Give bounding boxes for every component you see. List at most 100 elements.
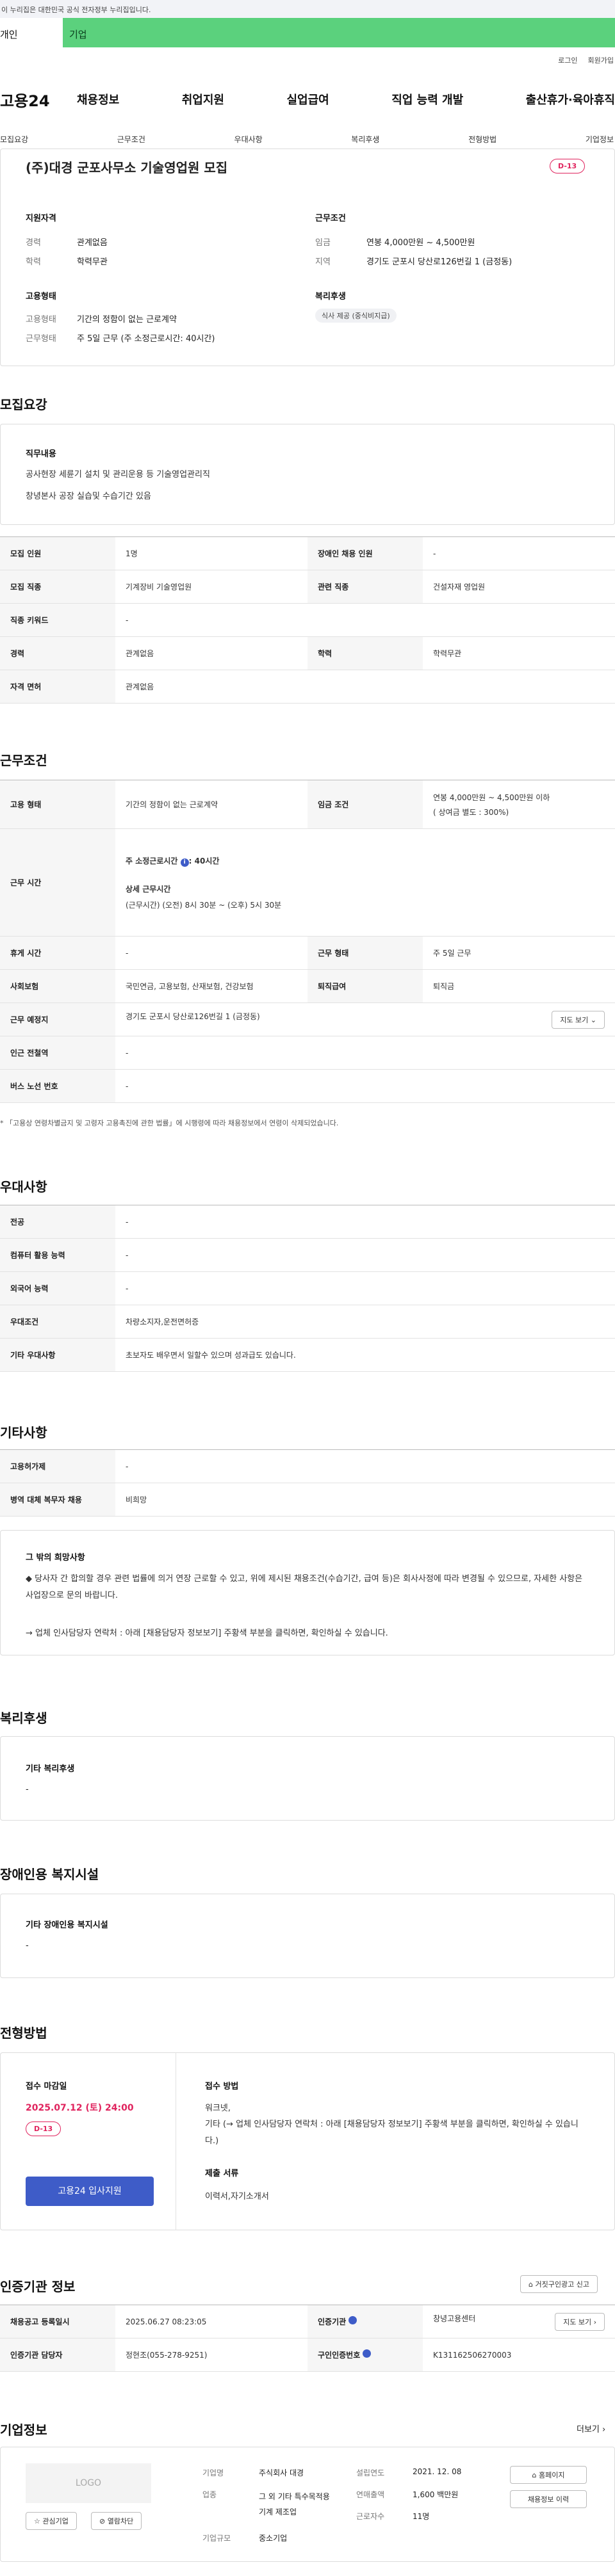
table-header-cell: 우대조건	[0, 1305, 115, 1339]
table-row: 근무 시간 주 소정근로시간 i: 40시간 상세 근무시간 (근무시간) (오…	[0, 828, 615, 937]
wage-row: 임금 연봉 4,000만원 ~ 4,500만원	[315, 236, 475, 248]
section-nav-work[interactable]: 근무조건	[117, 134, 145, 145]
job-content-heading: 직무내용	[26, 449, 56, 459]
table-cell: 관계없음	[115, 636, 308, 670]
welfare-heading: 복리후생	[315, 292, 346, 302]
chevron-down-icon: ⌄	[590, 1015, 596, 1024]
table-row: 인근 전철역 -	[0, 1036, 615, 1070]
career-row: 경력 관계없음	[26, 236, 108, 248]
age-note: * 「고용상 연령차별금지 및 고령자 고용촉진에 관한 법률」에 시행령에 따…	[0, 1119, 339, 1127]
disabled-etc-value: -	[26, 1941, 29, 1951]
section-nav-pref[interactable]: 우대사항	[234, 134, 263, 145]
table-header-cell: 컴퓨터 활용 능력	[0, 1238, 115, 1272]
favorite-label: 관심기업	[42, 2517, 69, 2525]
info-icon[interactable]	[348, 2316, 357, 2324]
company-est-value: 2021. 12. 08	[413, 2467, 462, 2476]
section-nav-company[interactable]: 기업정보	[586, 134, 614, 145]
tab-individual[interactable]: 개인	[0, 18, 63, 47]
welfare-etc-heading: 기타 복리후생	[26, 1764, 75, 1774]
homepage-label: 홈페이지	[539, 2471, 565, 2479]
company-industry-key: 업종	[202, 2490, 217, 2499]
global-nav: 고용24 채용정보 취업지원 실업급여 직업 능력 개발 출산휴가·육아휴직	[0, 83, 615, 115]
table-cell: 퇴직금	[423, 969, 615, 1003]
gov-notice-bar: 이 누리집은 대한민국 공식 전자정부 누리집입니다.	[0, 0, 615, 18]
disabled-heading: 장애인용 복지시설	[0, 1867, 99, 1882]
table-cell: 학력무관	[423, 636, 615, 670]
welfare-section-heading: 복리후생	[0, 1711, 47, 1726]
gnb-item-employment-support[interactable]: 취업지원	[182, 91, 224, 108]
detail-hours-heading: 상세 근무시간	[126, 884, 171, 894]
table-cell: -	[115, 1238, 615, 1272]
block-company-button[interactable]: ⊘ 열람차단	[91, 2512, 142, 2530]
table-row: 근무 예정지 경기도 군포시 당산로126번길 1 (금정동) 지도 보기 ⌄	[0, 1002, 615, 1036]
table-row: 컴퓨터 활용 능력 -	[0, 1238, 615, 1272]
table-header-cell: 경력	[0, 636, 115, 670]
login-link[interactable]: 로그인	[558, 55, 577, 65]
table-cell: 국민연금, 고용보험, 산재보험, 건강보험	[115, 969, 308, 1003]
deadline-value: 2025.07.12 (토) 24:00	[26, 2103, 134, 2113]
welfare-card	[0, 1736, 615, 1821]
favorite-company-button[interactable]: ☆ 관심기업	[26, 2512, 77, 2530]
table-cell: -	[423, 536, 615, 570]
tab-business-label: 기업	[69, 29, 87, 40]
table-header-cell: 근무 시간	[0, 828, 115, 937]
table-header-cell: 고용허가제	[0, 1449, 115, 1483]
table-row: 채용공고 등록일시 2025.06.27 08:23:05 인증기관 창녕고용센…	[0, 2305, 615, 2339]
table-row: 직종 키워드 -	[0, 603, 615, 637]
report-button[interactable]: ⌂ 거짓구인광고 신고	[520, 2275, 598, 2293]
area-value: 경기도 군포시 당산로126번길 1 (금정동)	[366, 257, 512, 267]
gov-notice-text: 이 누리집은 대한민국 공식 전자정부 누리집입니다.	[1, 6, 151, 14]
area-key: 지역	[315, 257, 331, 267]
area-row: 지역 경기도 군포시 당산로126번길 1 (금정동)	[315, 255, 512, 267]
table-cell: -	[115, 936, 308, 970]
table-cell: 연봉 4,000만원 ~ 4,500만원 이하 ( 상여금 별도 : 300%)	[423, 780, 615, 829]
work-heading: 근무조건	[0, 753, 47, 768]
gnb-item-unemployment[interactable]: 실업급여	[287, 91, 329, 108]
table-row: 사회보험 국민연금, 고용보험, 산재보험, 건강보험 퇴직급여 퇴직금	[0, 969, 615, 1003]
table-row: 고용 형태 기간의 정함이 없는 근로계약 임금 조건 연봉 4,000만원 ~…	[0, 780, 615, 829]
site-logo[interactable]: 고용24	[0, 88, 77, 111]
gnb-item-training[interactable]: 직업 능력 개발	[391, 91, 463, 108]
worktype-key: 근무형태	[26, 334, 56, 344]
gnb-item-jobs[interactable]: 채용정보	[77, 91, 119, 108]
emp-heading: 고용형태	[26, 292, 56, 302]
table-header-cell: 모집 인원	[0, 536, 115, 570]
hiring-history-button[interactable]: 채용정보 이력	[510, 2490, 587, 2508]
section-nav-welfare[interactable]: 복리후생	[351, 134, 379, 145]
company-more-link[interactable]: 더보기 ›	[577, 2422, 605, 2435]
table-cell: K131162506270003	[423, 2338, 615, 2372]
block-icon: ⊘	[99, 2517, 106, 2525]
homepage-button[interactable]: ⌂ 홈페이지	[510, 2466, 587, 2484]
table-cell: 기간의 정함이 없는 근로계약	[115, 780, 308, 829]
gnb-item-leave[interactable]: 출산휴가·육아휴직	[526, 91, 615, 108]
company-est-key: 설립연도	[356, 2468, 385, 2477]
table-header-cell: 버스 노선 번호	[0, 1069, 115, 1103]
company-emp-value: 11명	[413, 2512, 430, 2521]
disabled-card	[0, 1894, 615, 1978]
signup-link[interactable]: 회원가입	[588, 55, 614, 65]
company-heading: 기업정보	[0, 2422, 47, 2438]
table-cell: 정현조(055-278-9251)	[115, 2338, 308, 2372]
table-row: 병역 대체 복무자 채용 비희망	[0, 1483, 615, 1517]
recruit-heading: 모집요강	[0, 397, 47, 412]
info-icon[interactable]	[363, 2349, 372, 2358]
cond-heading: 근무조건	[315, 214, 346, 223]
dday-badge: D-13	[26, 2121, 62, 2136]
table-cell: 차량소지자,운전면허증	[115, 1305, 615, 1339]
info-icon[interactable]: i	[180, 858, 189, 867]
table-cell: 창녕고용센터 지도 보기 ›	[423, 2305, 615, 2339]
table-cell: -	[115, 1271, 615, 1305]
table-cell: 주 소정근로시간 i: 40시간 상세 근무시간 (근무시간) (오전) 8시 …	[115, 828, 615, 937]
tab-business[interactable]: 기업	[63, 18, 615, 47]
section-nav-process[interactable]: 전형방법	[468, 134, 496, 145]
agency-map-button[interactable]: 지도 보기 ›	[555, 2312, 605, 2331]
apply-button[interactable]: 고용24 입사지원	[26, 2177, 154, 2206]
worktype-row: 근무형태 주 5일 근무 (주 소정근로시간: 40시간)	[26, 332, 215, 344]
section-nav-recruit[interactable]: 모집요강	[0, 134, 28, 145]
etc-table: 고용허가제 - 병역 대체 복무자 채용 비희망	[0, 1449, 615, 1517]
table-row: 전공 -	[0, 1205, 615, 1239]
bonus-value-line: ( 상여금 별도 : 300%)	[433, 807, 509, 817]
detail-hours-value: (근무시간) (오전) 8시 30분 ~ (오후) 5시 30분	[126, 900, 282, 910]
company-size-key: 기업규모	[202, 2534, 231, 2543]
map-view-button[interactable]: 지도 보기 ⌄	[552, 1010, 605, 1029]
